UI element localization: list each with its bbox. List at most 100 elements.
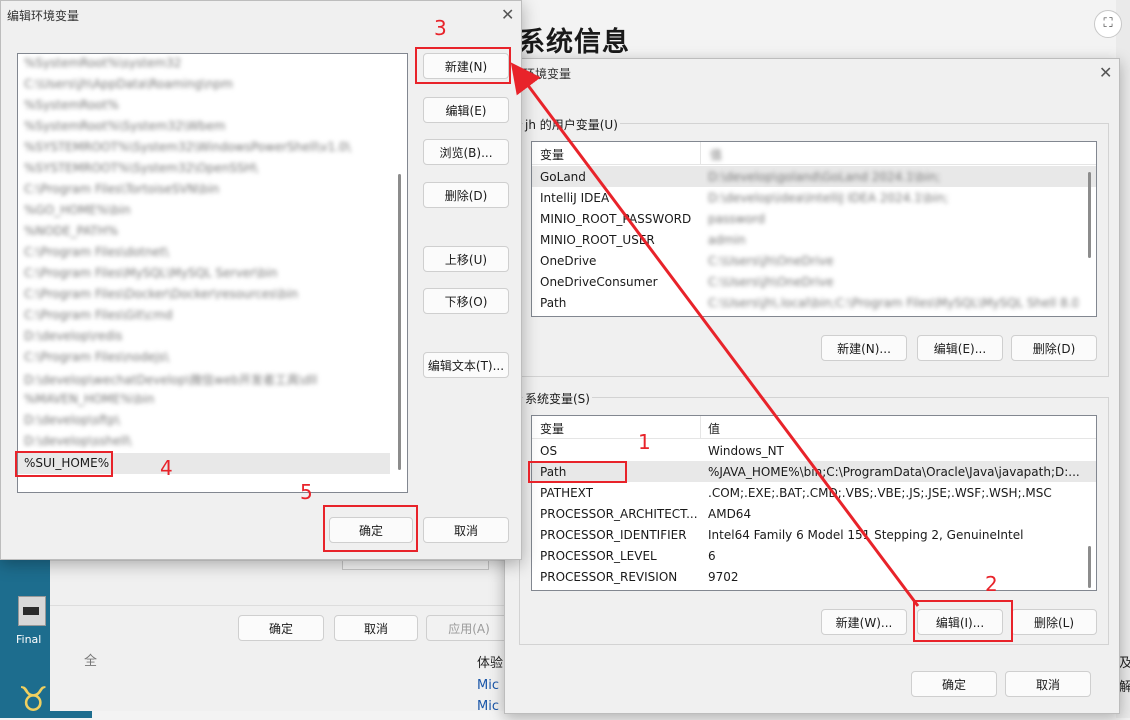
system-delete-button[interactable]: 删除(L) [1011, 609, 1097, 635]
edit-dialog-title: 编辑环境变量 [7, 9, 80, 23]
user-var-value[interactable]: C:\Users\jh\OneDrive [708, 275, 1078, 289]
annotation-step-3: 3 [434, 16, 447, 40]
path-entry[interactable]: %SystemRoot% [24, 98, 119, 112]
annotation-box-path [528, 461, 627, 483]
system-var-name[interactable]: PROCESSOR_LEVEL [540, 549, 657, 563]
path-entry[interactable]: %SYSTEMROOT%\System32\WindowsPowerShell\… [24, 140, 351, 154]
system-var-value[interactable]: 6 [708, 549, 1078, 563]
system-properties-cancel-button[interactable]: 取消 [334, 615, 418, 641]
edit-browse-button[interactable]: 浏览(B)... [423, 139, 509, 165]
edit-edit-button[interactable]: 编辑(E) [423, 97, 509, 123]
environment-variables-dialog: 环境变量 ✕ jh 的用户变量(U) 变量 值 GoLand D:\develo… [504, 58, 1120, 714]
system-var-value[interactable]: .COM;.EXE;.BAT;.CMD;.VBS;.VBE;.JS;.JSE;.… [708, 486, 1080, 500]
edit-cancel-button[interactable]: 取消 [423, 517, 509, 543]
env-ok-button[interactable]: 确定 [911, 671, 997, 697]
system-column-variable[interactable]: 变量 [540, 420, 564, 437]
user-var-name[interactable]: IntelliJ IDEA [540, 191, 609, 205]
system-table-header: 变量 值 [532, 416, 1096, 439]
system-var-value[interactable]: Windows_NT [708, 444, 1078, 458]
path-entry[interactable]: %NODE_PATH% [24, 224, 118, 238]
system-var-name[interactable]: PATHEXT [540, 486, 593, 500]
user-var-name[interactable]: OneDrive [540, 254, 596, 268]
bg-text-experience: 体验 [477, 656, 504, 671]
path-entries-list[interactable]: %SystemRoot%\system32 C:\Users\jh\AppDat… [17, 53, 408, 493]
path-entry[interactable]: %MAVEN_HOME%\bin [24, 392, 154, 406]
bg-text-ji: 及 [1119, 656, 1130, 671]
path-entry[interactable]: C:\Program Files\nodejs\ [24, 350, 169, 364]
system-new-button[interactable]: 新建(W)... [821, 609, 907, 635]
path-entry[interactable]: %SYSTEMROOT%\System32\OpenSSH\ [24, 161, 258, 175]
user-var-value[interactable]: C:\Users\jh\OneDrive [708, 254, 1078, 268]
user-table-scrollbar[interactable] [1088, 172, 1091, 258]
env-cancel-button[interactable]: 取消 [1005, 671, 1091, 697]
desktop-shortcut-label: Final [16, 633, 42, 646]
bg-text-jie: 解 [1119, 680, 1130, 695]
system-var-value[interactable]: 9702 [708, 570, 1078, 584]
system-var-name[interactable]: OS [540, 444, 557, 458]
system-var-name[interactable]: PROCESSOR_IDENTIFIER [540, 528, 687, 542]
path-entry[interactable]: C:\Program Files\dotnet\ [24, 245, 169, 259]
system-properties-apply-button[interactable]: 应用(A) [426, 615, 512, 641]
bg-link-1[interactable]: Mic [477, 678, 499, 693]
edit-delete-button[interactable]: 删除(D) [423, 182, 509, 208]
user-var-name[interactable]: Path [540, 296, 566, 310]
user-new-button[interactable]: 新建(N)... [821, 335, 907, 361]
user-var-value[interactable]: C:\Users\jh\.local\bin;C:\Program Files\… [708, 296, 1078, 310]
user-var-name[interactable]: MINIO_ROOT_PASSWORD [540, 212, 691, 226]
user-column-variable[interactable]: 变量 [540, 146, 564, 163]
bg-link-2[interactable]: Mic [477, 699, 499, 714]
system-var-name[interactable]: PROCESSOR_ARCHITECT... [540, 507, 700, 521]
path-entry[interactable]: %SystemRoot%\System32\Wbem [24, 119, 225, 133]
path-entry[interactable]: C:\Program Files\Docker\Docker\resources… [24, 287, 298, 301]
path-entry[interactable]: C:\Program Files\MySQL\MySQL Server\bin [24, 266, 278, 280]
path-entry[interactable]: D:\develop\wechatDevelop\微信web开发者工具\dll [24, 371, 317, 388]
path-entry[interactable]: D:\develop\redis [24, 329, 122, 343]
user-edit-button[interactable]: 编辑(E)... [917, 335, 1003, 361]
path-list-scrollbar[interactable] [398, 174, 401, 470]
user-var-value[interactable]: password [708, 212, 1078, 226]
system-var-name[interactable]: PROCESSOR_REVISION [540, 570, 677, 584]
user-table-header: 变量 值 [532, 142, 1096, 165]
system-var-value-path[interactable]: %JAVA_HOME%\bin;C:\ProgramData\Oracle\Ja… [708, 465, 1080, 479]
path-entry[interactable]: C:\Program Files\Git\cmd [24, 308, 173, 322]
system-var-value[interactable]: Intel64 Family 6 Model 151 Stepping 2, G… [708, 528, 1080, 542]
system-column-value[interactable]: 值 [708, 420, 720, 437]
system-table-scrollbar[interactable] [1088, 546, 1091, 588]
user-var-value[interactable]: D:\develop\idea\IntelliJ IDEA 2024.1\bin… [708, 191, 1078, 205]
user-var-name[interactable]: MINIO_ROOT_USER [540, 233, 655, 247]
edit-move-up-button[interactable]: 上移(U) [423, 246, 509, 272]
annotation-step-1: 1 [638, 430, 651, 454]
system-properties-ok-button[interactable]: 确定 [238, 615, 324, 641]
path-entry[interactable]: D:\develop\sftp\ [24, 413, 120, 427]
path-entry[interactable]: C:\Program Files\TortoiseSVN\bin [24, 182, 219, 196]
expand-icon[interactable]: ⛶ [1094, 10, 1122, 38]
user-var-name[interactable]: GoLand [540, 170, 586, 184]
desktop-shortcut-icon[interactable] [18, 596, 46, 626]
user-var-value[interactable]: admin [708, 233, 1078, 247]
bg-text-quan: 全 [84, 654, 98, 669]
close-icon[interactable]: ✕ [501, 5, 514, 24]
user-variables-table[interactable]: 变量 值 GoLand D:\develop\goland\GoLand 202… [531, 141, 1097, 317]
path-entry[interactable]: C:\Users\jh\AppData\Roaming\npm [24, 77, 233, 91]
system-info-title: 系统信息 [518, 27, 630, 58]
path-entry[interactable]: D:\develop\sshell\ [24, 434, 131, 448]
user-var-value[interactable]: D:\develop\goland\GoLand 2024.1\bin; [708, 170, 1078, 184]
user-delete-button[interactable]: 删除(D) [1011, 335, 1097, 361]
system-variables-table[interactable]: 变量 值 OS Windows_NT Path %JAVA_HOME%\bin;… [531, 415, 1097, 591]
annotation-box-edit [913, 600, 1013, 642]
path-entry[interactable]: %SystemRoot%\system32 [24, 56, 181, 70]
system-variables-label: 系统变量(S) [523, 390, 592, 407]
system-properties-box [342, 561, 489, 570]
system-var-value[interactable]: AMD64 [708, 507, 1078, 521]
path-entry[interactable]: %GO_HOME%\bin [24, 203, 131, 217]
annotation-step-5: 5 [300, 480, 313, 504]
annotation-box-new-entry [15, 451, 113, 477]
user-column-value[interactable]: 值 [710, 146, 722, 163]
annotation-box-ok [323, 505, 418, 552]
edit-move-down-button[interactable]: 下移(O) [423, 288, 509, 314]
annotation-step-2: 2 [985, 572, 998, 596]
user-var-name[interactable]: OneDriveConsumer [540, 275, 658, 289]
annotation-step-4: 4 [160, 456, 173, 480]
edit-text-button[interactable]: 编辑文本(T)... [423, 352, 509, 378]
close-icon[interactable]: ✕ [1099, 63, 1112, 82]
